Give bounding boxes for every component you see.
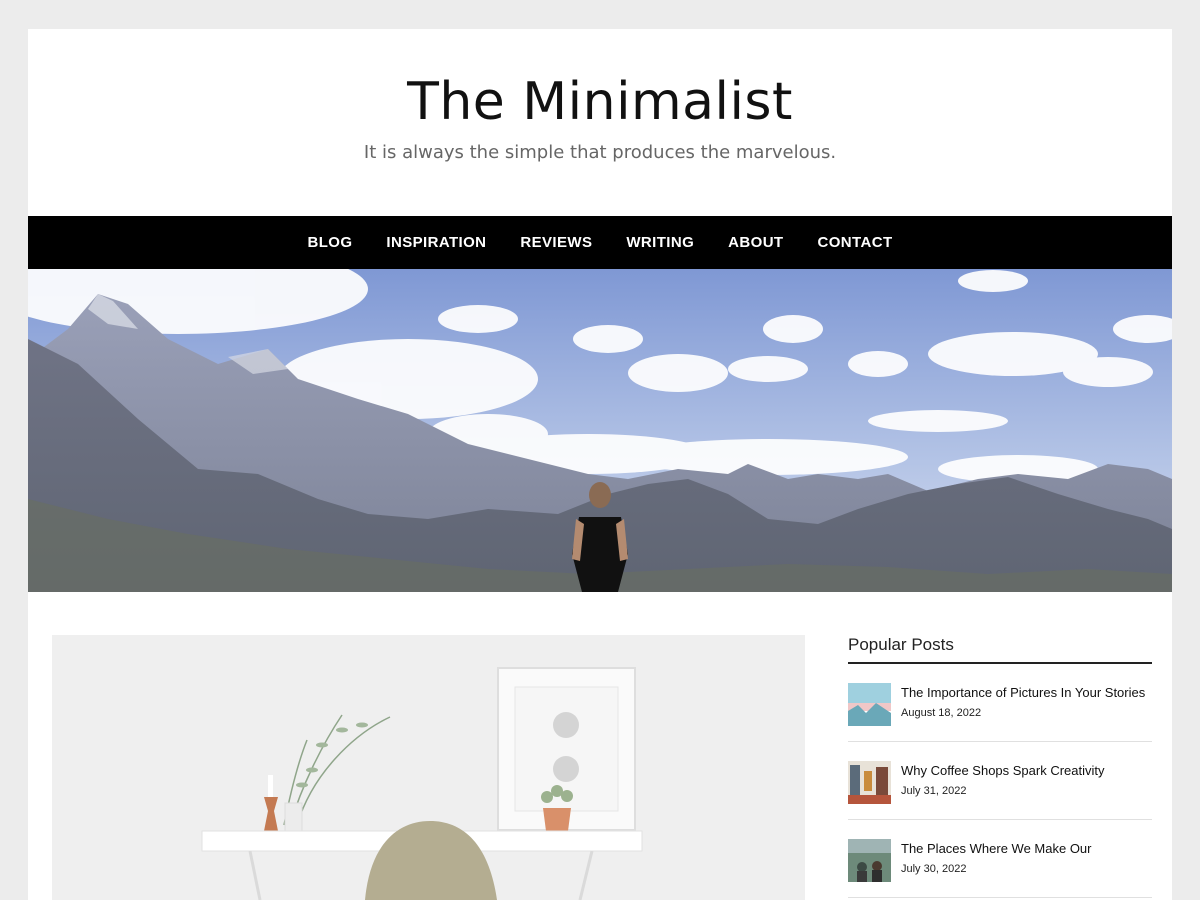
nav-item-blog[interactable]: BLOG <box>307 234 352 251</box>
post-thumbnail[interactable] <box>848 761 891 804</box>
sidebar: Popular Posts The Importance of Pictures… <box>848 635 1152 898</box>
list-item: The Places Where We Make Our July 30, 20… <box>848 820 1152 898</box>
post-thumbnail[interactable] <box>848 839 891 882</box>
popular-posts-heading: Popular Posts <box>848 635 1152 664</box>
post-text: The Places Where We Make Our July 30, 20… <box>901 839 1092 875</box>
nav-item-reviews[interactable]: REVIEWS <box>520 234 592 251</box>
site-tagline: It is always the simple that produces th… <box>363 142 837 163</box>
post-date: August 18, 2022 <box>901 707 982 719</box>
post-text: The Importance of Pictures In Your Stori… <box>901 683 1145 719</box>
post-thumbnail[interactable] <box>848 683 891 726</box>
nav-item-about[interactable]: ABOUT <box>728 234 783 251</box>
nav-item-contact[interactable]: CONTACT <box>818 234 893 251</box>
post-text: Why Coffee Shops Spark Creativity July 3… <box>901 761 1105 797</box>
hero-banner-image <box>28 269 1172 592</box>
popular-posts-list: The Importance of Pictures In Your Stori… <box>848 664 1152 898</box>
content-area: Popular Posts The Importance of Pictures… <box>28 592 1172 900</box>
site-title[interactable]: The Minimalist <box>28 29 1172 135</box>
nav-item-writing[interactable]: WRITING <box>626 234 694 251</box>
site-header: The Minimalist It is always the simple t… <box>28 29 1172 216</box>
list-item: The Importance of Pictures In Your Stori… <box>848 664 1152 742</box>
post-title-link[interactable]: The Places Where We Make Our <box>901 840 1092 857</box>
page-container: The Minimalist It is always the simple t… <box>28 29 1172 900</box>
post-date: July 31, 2022 <box>901 785 967 797</box>
nav-item-inspiration[interactable]: INSPIRATION <box>386 234 486 251</box>
post-date: July 30, 2022 <box>901 863 967 875</box>
post-title-link[interactable]: Why Coffee Shops Spark Creativity <box>901 762 1105 779</box>
featured-post-image[interactable] <box>52 635 805 900</box>
post-title-link[interactable]: The Importance of Pictures In Your Stori… <box>901 684 1145 701</box>
list-item: Why Coffee Shops Spark Creativity July 3… <box>848 742 1152 820</box>
main-navigation: BLOG INSPIRATION REVIEWS WRITING ABOUT C… <box>28 216 1172 269</box>
